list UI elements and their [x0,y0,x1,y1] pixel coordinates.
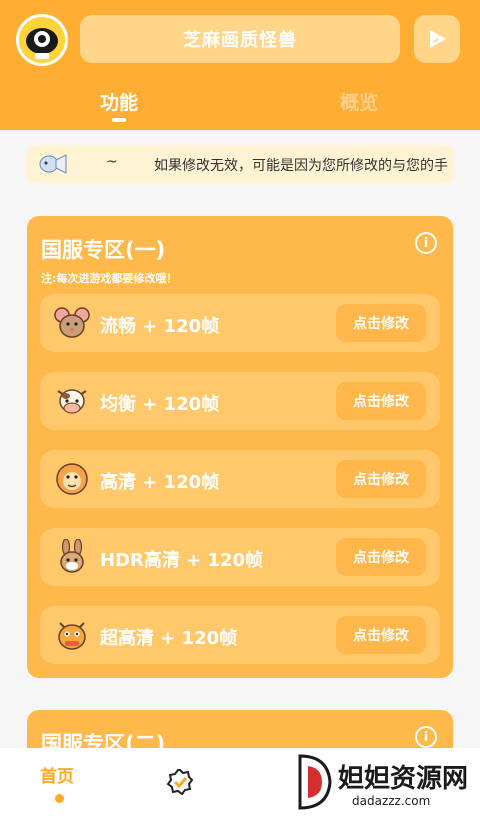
nav-active-dot [55,794,64,803]
avatar-face-icon [26,28,58,59]
preset-label: 流畅 + 120帧 [100,316,220,337]
watermark: 妲妲资源网 dadazzz.com [292,752,476,816]
tab-overview[interactable]: 概览 [340,88,378,115]
section-note: 注:每次进游戏都要修改哦！ [41,272,178,285]
section-title: 国服专区(一) [41,238,166,262]
watermark-logo-icon [298,754,332,810]
modify-button[interactable]: 点击修改 [336,382,426,420]
active-tab-indicator [112,118,126,122]
preset-row-uhd: 超高清 + 120帧 点击修改 [40,606,440,664]
preset-row-hd: 高清 + 120帧 点击修改 [40,450,440,508]
notice-bar: ~ 如果修改无效，可能是因为您所修改的与您的手 [26,145,454,183]
rabbit-icon [60,539,84,573]
tiger-icon [56,463,88,495]
modify-button[interactable]: 点击修改 [336,304,426,342]
cow-icon [57,389,87,414]
watermark-url: dadazzz.com [352,794,431,808]
section-cn-server-1: 国服专区(一) i 注:每次进游戏都要修改哦！ 流畅 + 120帧 点击修改 均… [27,216,453,678]
bottom-nav: 首页 妲妲资源网 dadazzz.com [0,748,480,820]
preset-label: HDR高清 + 120帧 [100,550,264,571]
run-button[interactable] [414,15,460,63]
modify-button[interactable]: 点击修改 [336,460,426,498]
info-icon[interactable]: i [415,232,437,254]
preset-label: 均衡 + 120帧 [100,394,220,415]
play-icon [430,30,446,48]
preset-row-smooth: 流畅 + 120帧 点击修改 [40,294,440,352]
tab-function[interactable]: 功能 [100,88,138,115]
notice-tilde: ~ [106,154,118,170]
mouse-icon [54,307,90,338]
watermark-text: 妲妲资源网 [338,764,469,794]
info-icon[interactable]: i [415,726,437,748]
modify-button[interactable]: 点击修改 [336,538,426,576]
dragon-icon [58,622,86,650]
preset-row-balanced: 均衡 + 120帧 点击修改 [40,372,440,430]
preset-label: 高清 + 120帧 [100,472,220,493]
badge-check-icon[interactable] [166,768,194,796]
nav-home[interactable]: 首页 [40,762,74,787]
app-header: 芝麻画质怪兽 功能 概览 [0,0,480,130]
app-title[interactable]: 芝麻画质怪兽 [80,15,400,63]
avatar[interactable] [16,14,68,66]
notice-text: 如果修改无效，可能是因为您所修改的与您的手 [154,158,448,174]
megaphone-icon [39,154,67,174]
modify-button[interactable]: 点击修改 [336,616,426,654]
preset-row-hdr: HDR高清 + 120帧 点击修改 [40,528,440,586]
preset-label: 超高清 + 120帧 [100,628,238,649]
